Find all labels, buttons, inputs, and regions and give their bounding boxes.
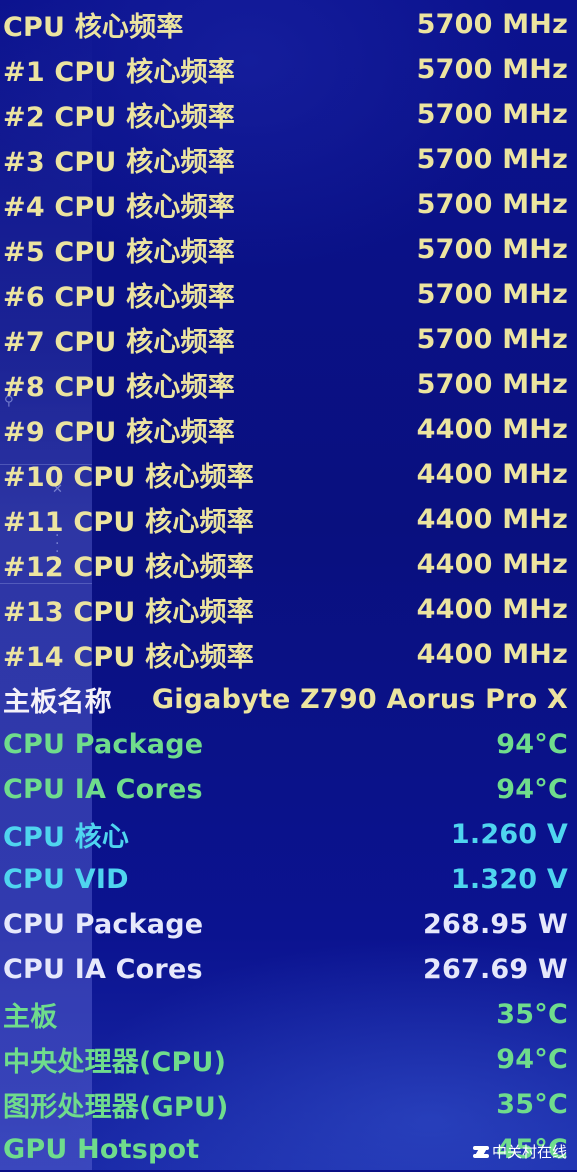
zol-logo-icon (472, 1145, 489, 1158)
sensor-label: #10 CPU 核心频率 (3, 462, 254, 493)
sensor-row: CPU 核心 1.260 V (0, 812, 577, 857)
sensor-row: CPU VID 1.320 V (0, 857, 577, 902)
sensor-row: #9 CPU 核心频率 4400 MHz (0, 407, 577, 452)
sensor-value: 1.320 V (450, 864, 568, 895)
sensor-row: #1 CPU 核心频率 5700 MHz (0, 47, 577, 92)
sensor-row: #10 CPU 核心频率 4400 MHz (0, 452, 577, 497)
watermark-text: 中关村在线 (491, 1143, 567, 1161)
sensor-row: 中央处理器(CPU) 94°C (0, 1037, 577, 1082)
sensor-label: CPU Package (3, 909, 204, 940)
sensor-row: #7 CPU 核心频率 5700 MHz (0, 317, 577, 362)
sensor-label: #6 CPU 核心频率 (3, 282, 235, 313)
sensor-label: #4 CPU 核心频率 (3, 192, 235, 223)
sensor-value: 4400 MHz (416, 504, 568, 535)
sensor-value: 5700 MHz (416, 144, 568, 175)
sensor-value: 4400 MHz (416, 639, 568, 670)
sensor-value: 268.95 W (423, 909, 568, 940)
sensor-label: #1 CPU 核心频率 (3, 57, 235, 88)
sensor-label: #3 CPU 核心频率 (3, 147, 235, 178)
sensor-row: #11 CPU 核心频率 4400 MHz (0, 497, 577, 542)
sensor-value: 5700 MHz (416, 324, 568, 355)
sensor-row: CPU Package 94°C (0, 722, 577, 767)
sensor-row: #13 CPU 核心频率 4400 MHz (0, 587, 577, 632)
sensor-value: 5700 MHz (416, 234, 568, 265)
watermark: 中关村在线 (472, 1141, 567, 1162)
sensor-label: #13 CPU 核心频率 (3, 597, 254, 628)
sensor-value: 5700 MHz (416, 279, 568, 310)
sensor-label: 主板 (3, 1002, 58, 1033)
sensor-row: #2 CPU 核心频率 5700 MHz (0, 92, 577, 137)
sensor-row: #4 CPU 核心频率 5700 MHz (0, 182, 577, 227)
sensor-label: CPU 核心 (3, 822, 130, 853)
sensor-label: CPU Package (3, 729, 204, 760)
sensor-value: 5700 MHz (416, 99, 568, 130)
sensor-row: CPU 核心频率 5700 MHz (0, 2, 577, 47)
sensor-row: 主板名称 Gigabyte Z790 Aorus Pro X (0, 677, 577, 722)
sensor-value: 4400 MHz (416, 594, 568, 625)
sensor-label: 中央处理器(CPU) (3, 1047, 227, 1078)
sensor-value: Gigabyte Z790 Aorus Pro X (151, 684, 568, 715)
sensor-label: #2 CPU 核心频率 (3, 102, 235, 133)
sensor-value: 1.260 V (450, 819, 568, 850)
sensor-label: #14 CPU 核心频率 (3, 642, 254, 673)
sensor-value: 4400 MHz (416, 459, 568, 490)
sensor-label: #5 CPU 核心频率 (3, 237, 235, 268)
sensor-value: 94°C (496, 729, 568, 760)
sensor-row: 主板 35°C (0, 992, 577, 1037)
sensor-label: #12 CPU 核心频率 (3, 552, 254, 583)
sensor-value: 94°C (496, 1044, 568, 1075)
sensor-value: 35°C (496, 999, 568, 1030)
sensor-value: 267.69 W (423, 954, 568, 985)
sensor-row: #5 CPU 核心频率 5700 MHz (0, 227, 577, 272)
sensor-value: 5700 MHz (416, 189, 568, 220)
sensor-value: 5700 MHz (416, 54, 568, 85)
sensor-value: 35°C (496, 1089, 568, 1120)
sensor-row: CPU IA Cores 94°C (0, 767, 577, 812)
sensor-row: #8 CPU 核心频率 5700 MHz (0, 362, 577, 407)
sensor-label: CPU IA Cores (3, 954, 203, 985)
sensor-label: GPU Hotspot (3, 1134, 200, 1165)
sensor-row: #14 CPU 核心频率 4400 MHz (0, 632, 577, 677)
sensor-label: 图形处理器(GPU) (3, 1092, 229, 1123)
sensor-row: CPU IA Cores 267.69 W (0, 947, 577, 992)
sensor-label: #11 CPU 核心频率 (3, 507, 254, 538)
sensor-row: #6 CPU 核心频率 5700 MHz (0, 272, 577, 317)
sensor-label: CPU 核心频率 (3, 12, 184, 43)
sensor-value: 4400 MHz (416, 549, 568, 580)
sensor-label: #7 CPU 核心频率 (3, 327, 235, 358)
sensor-label: CPU IA Cores (3, 774, 203, 805)
sensor-label: #8 CPU 核心频率 (3, 372, 235, 403)
sensor-row: #12 CPU 核心频率 4400 MHz (0, 542, 577, 587)
sensor-value: 94°C (496, 774, 568, 805)
sensor-row: 图形处理器(GPU) 35°C (0, 1082, 577, 1127)
sensor-row: CPU Package 268.95 W (0, 902, 577, 947)
sensor-label: CPU VID (3, 864, 129, 895)
sensor-label: #9 CPU 核心频率 (3, 417, 235, 448)
sensor-value: 5700 MHz (416, 369, 568, 400)
sensor-value: 4400 MHz (416, 414, 568, 445)
sensor-value: 5700 MHz (416, 9, 568, 40)
sensor-label: 主板名称 (3, 687, 112, 718)
sensor-row: #3 CPU 核心频率 5700 MHz (0, 137, 577, 182)
